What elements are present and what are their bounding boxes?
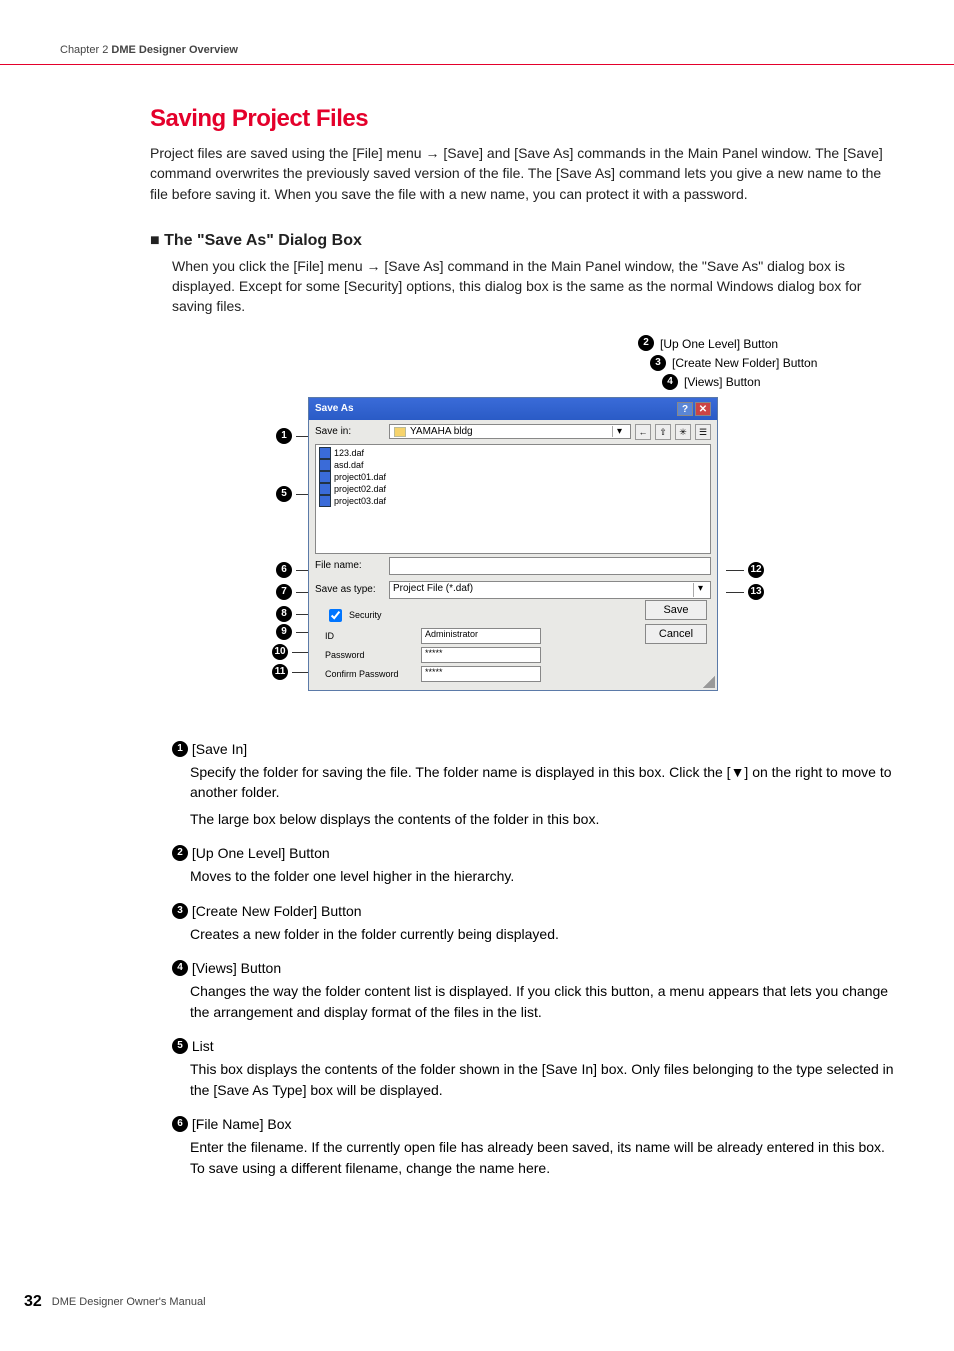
confirm-password-input[interactable]: ***** [421, 666, 541, 682]
save-button[interactable]: Save [645, 600, 707, 620]
page-title: Saving Project Files [150, 105, 894, 133]
close-icon[interactable]: ✕ [695, 402, 711, 416]
item-heading: 4 [Views] Button [172, 960, 894, 977]
file-icon [319, 447, 331, 459]
item-heading: 3 [Create New Folder] Button [172, 903, 894, 920]
list-item[interactable]: asd.daf [318, 459, 708, 471]
item-body: Creates a new folder in the folder curre… [190, 924, 894, 944]
folder-icon [394, 427, 406, 437]
save-in-label: Save in: [315, 426, 385, 437]
file-icon [319, 495, 331, 507]
cancel-button[interactable]: Cancel [645, 624, 707, 644]
item-body: Moves to the folder one level higher in … [190, 866, 894, 886]
list-item[interactable]: project01.daf [318, 471, 708, 483]
chevron-down-icon[interactable]: ▾ [693, 583, 707, 597]
top-callouts: 2[Up One Level] Button 3[Create New Fold… [638, 335, 817, 393]
chevron-down-icon[interactable]: ▾ [612, 426, 626, 437]
views-icon[interactable]: ☰ [695, 424, 711, 440]
item-heading: 1 [Save In] [172, 741, 894, 758]
resize-grip[interactable] [703, 676, 715, 688]
confirm-password-label: Confirm Password [325, 669, 415, 679]
item-body: Changes the way the folder content list … [190, 981, 894, 1022]
help-icon[interactable]: ? [677, 402, 693, 416]
item-heading: 2 [Up One Level] Button [172, 845, 894, 862]
save-in-dropdown[interactable]: YAMAHA bldg ▾ [389, 424, 631, 439]
intro-text: Project files are saved using the [File]… [150, 143, 894, 204]
chapter-label: Chapter 2 DME Designer Overview [60, 44, 238, 56]
file-icon [319, 471, 331, 483]
item-heading: 6 [File Name] Box [172, 1116, 894, 1133]
file-icon [319, 483, 331, 495]
dialog-titlebar: Save As ? ✕ [309, 398, 717, 420]
item-body: Specify the folder for saving the file. … [190, 762, 894, 803]
save-as-type-dropdown[interactable]: Project File (*.daf) ▾ [389, 581, 711, 599]
id-input[interactable]: Administrator [421, 628, 541, 644]
list-item[interactable]: project03.daf [318, 495, 708, 507]
manual-title: DME Designer Owner's Manual [52, 1296, 206, 1308]
password-label: Password [325, 650, 415, 660]
section-body: When you click the [File] menu → [Save A… [172, 256, 894, 317]
up-one-level-icon[interactable]: ⇧ [655, 424, 671, 440]
item-body: This box displays the contents of the fo… [190, 1059, 894, 1100]
item-body: Enter the filename. If the currently ope… [190, 1137, 894, 1178]
file-name-input[interactable] [389, 557, 711, 575]
file-icon [319, 459, 331, 471]
new-folder-icon[interactable]: ✳ [675, 424, 691, 440]
file-list[interactable]: 123.daf asd.daf project01.daf project02.… [315, 444, 711, 554]
save-as-type-label: Save as type: [315, 584, 385, 595]
id-label: ID [325, 631, 415, 641]
list-item[interactable]: 123.daf [318, 447, 708, 459]
item-heading: 5 List [172, 1038, 894, 1055]
back-icon[interactable]: ← [635, 424, 651, 440]
password-input[interactable]: ***** [421, 647, 541, 663]
saveas-dialog: Save As ? ✕ Save in: YAMAHA bldg ▾ ← ⇧ [308, 397, 718, 691]
file-name-label: File name: [315, 560, 385, 571]
saveas-screenshot: 2[Up One Level] Button 3[Create New Fold… [150, 335, 894, 725]
list-item[interactable]: project02.daf [318, 483, 708, 495]
item-body: The large box below displays the content… [190, 809, 894, 829]
section-heading: ■ The "Save As" Dialog Box [150, 232, 894, 250]
page-footer: 32 DME Designer Owner's Manual [24, 1293, 206, 1311]
page-number: 32 [24, 1293, 42, 1311]
